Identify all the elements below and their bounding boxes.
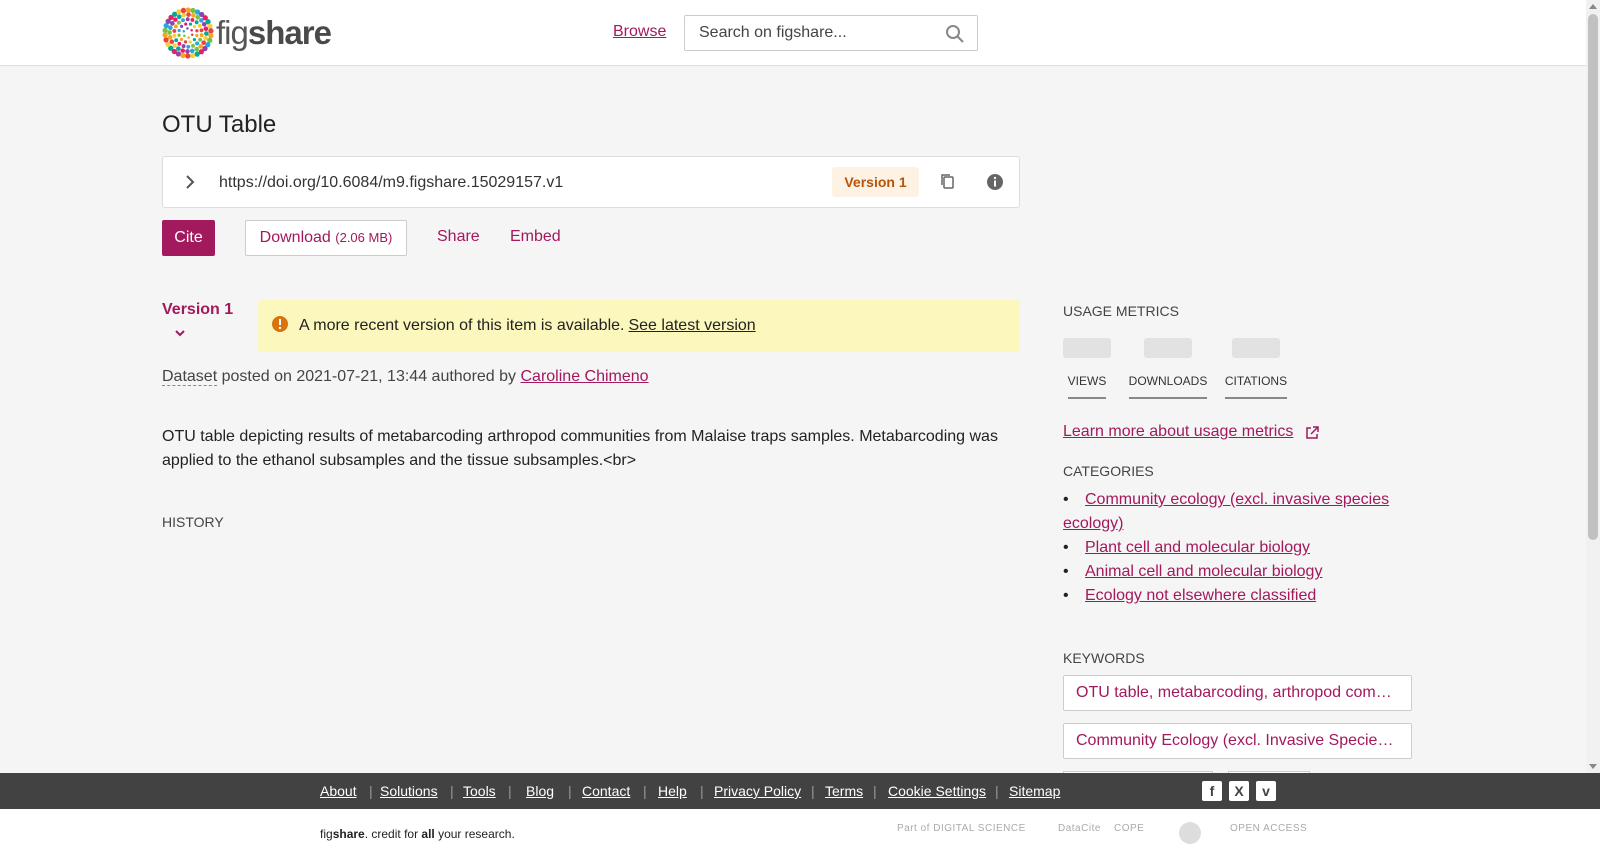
divider: | — [369, 783, 373, 799]
cope-logo[interactable]: COPE — [1114, 823, 1144, 834]
footer-blog[interactable]: Blog — [526, 783, 554, 799]
footer-credit-bar: figshare. credit for all your research. … — [0, 809, 1600, 857]
download-button[interactable]: Download (2.06 MB) — [245, 220, 407, 256]
category-animal-cell[interactable]: Animal cell and molecular biology — [1085, 563, 1322, 580]
divider: | — [873, 783, 877, 799]
category-ecology-other[interactable]: Ecology not elsewhere classified — [1085, 587, 1316, 604]
footer-tools[interactable]: Tools — [463, 783, 496, 799]
learn-more-usage-link[interactable]: Learn more about usage metrics — [1063, 423, 1293, 441]
footer-cookie-settings[interactable]: Cookie Settings — [888, 783, 986, 799]
embed-button[interactable]: Embed — [510, 228, 561, 246]
logo-text: figsharefigshare — [216, 14, 332, 51]
facebook-icon[interactable]: f — [1202, 781, 1222, 801]
keyword-tag[interactable]: OTU table, metabarcoding, arthropod com… — [1063, 675, 1412, 711]
divider: | — [450, 783, 454, 799]
chevron-right-icon[interactable] — [181, 173, 199, 191]
keywords-heading: KEYWORDS — [1063, 650, 1145, 666]
notice-text: A more recent version of this item is av… — [299, 317, 756, 334]
info-icon[interactable] — [985, 172, 1005, 192]
digital-science-logo[interactable]: Part of DIGITAL SCIENCE — [897, 823, 1026, 834]
browse-link[interactable]: Browse — [613, 23, 666, 41]
category-item: Community ecology (excl. invasive specie… — [1063, 488, 1403, 536]
views-placeholder — [1063, 338, 1111, 358]
open-access-logo[interactable]: OPEN ACCESS — [1230, 823, 1307, 834]
divider: | — [508, 783, 512, 799]
divider: | — [700, 783, 704, 799]
metric-views[interactable]: VIEWS — [1063, 338, 1111, 399]
external-link-icon[interactable] — [1304, 425, 1320, 441]
category-plant-cell[interactable]: Plant cell and molecular biology — [1085, 539, 1310, 556]
search-box — [684, 15, 978, 51]
divider: | — [995, 783, 999, 799]
footer-contact[interactable]: Contact — [582, 783, 630, 799]
footer-terms[interactable]: Terms — [825, 783, 863, 799]
category-item: Ecology not elsewhere classified — [1063, 584, 1403, 608]
citations-placeholder — [1232, 338, 1280, 358]
figshare-logo-icon — [162, 7, 214, 59]
top-navbar: figsharefigshare Browse — [0, 0, 1586, 66]
scroll-up-arrow[interactable] — [1589, 4, 1597, 9]
downloads-placeholder — [1144, 338, 1192, 358]
category-item: Plant cell and molecular biology — [1063, 536, 1403, 560]
page-scrollbar[interactable] — [1586, 0, 1600, 773]
figshare-logo[interactable]: figsharefigshare — [162, 7, 332, 59]
keyword-tag[interactable]: Community Ecology (excl. Invasive Specie… — [1063, 723, 1412, 759]
divider: | — [568, 783, 572, 799]
footer-privacy-policy[interactable]: Privacy Policy — [714, 783, 801, 799]
page-title: OTU Table — [162, 111, 277, 138]
copy-icon[interactable] — [938, 172, 958, 192]
categories-heading: CATEGORIES — [1063, 463, 1154, 479]
footer-help[interactable]: Help — [658, 783, 687, 799]
search-icon[interactable] — [945, 24, 965, 44]
footer-links-bar: About | Solutions | Tools | Blog | Conta… — [0, 773, 1600, 809]
item-type: Dataset — [162, 368, 218, 386]
vimeo-icon[interactable]: v — [1256, 781, 1276, 801]
footer-about[interactable]: About — [320, 783, 357, 799]
share-button[interactable]: Share — [437, 228, 480, 246]
divider: | — [811, 783, 815, 799]
metric-downloads[interactable]: DOWNLOADS — [1128, 338, 1208, 399]
metric-citations[interactable]: CITATIONS — [1224, 338, 1288, 399]
category-item: Animal cell and molecular biology — [1063, 560, 1403, 584]
datacite-logo[interactable]: DataCite — [1058, 823, 1101, 834]
views-label: VIEWS — [1067, 374, 1107, 399]
doi-bar: https://doi.org/10.6084/m9.figshare.1502… — [162, 156, 1020, 208]
newer-version-notice: A more recent version of this item is av… — [258, 300, 1020, 352]
footer-solutions[interactable]: Solutions — [380, 783, 438, 799]
see-latest-version-link[interactable]: See latest version — [628, 317, 755, 334]
item-meta: Dataset posted on 2021-07-21, 13:44 auth… — [162, 368, 649, 386]
downloads-label: DOWNLOADS — [1128, 374, 1208, 399]
warning-icon — [272, 316, 288, 332]
divider: | — [643, 783, 647, 799]
categories-list: Community ecology (excl. invasive specie… — [1063, 488, 1403, 608]
category-community-ecology[interactable]: Community ecology (excl. invasive specie… — [1063, 491, 1389, 532]
search-input[interactable] — [685, 16, 925, 50]
footer-sitemap[interactable]: Sitemap — [1009, 783, 1060, 799]
round-seal-icon[interactable] — [1178, 821, 1202, 845]
download-size: (2.06 MB) — [335, 230, 393, 245]
footer-credit: figshare. credit for all your research. — [320, 827, 515, 841]
chevron-down-icon[interactable] — [174, 329, 186, 337]
doi-link[interactable]: https://doi.org/10.6084/m9.figshare.1502… — [219, 174, 563, 192]
version-selector[interactable]: Version 1 — [162, 301, 233, 319]
item-description: OTU table depicting results of metabarco… — [162, 428, 998, 469]
scroll-thumb[interactable] — [1588, 14, 1598, 540]
scroll-down-arrow[interactable] — [1589, 764, 1597, 769]
version-badge: Version 1 — [832, 167, 919, 197]
download-label: Download — [259, 229, 331, 246]
usage-metrics-heading: USAGE METRICS — [1063, 303, 1179, 319]
x-twitter-icon[interactable]: X — [1229, 781, 1249, 801]
history-heading: HISTORY — [162, 514, 224, 530]
citations-label: CITATIONS — [1224, 374, 1288, 399]
posted-text: posted on 2021-07-21, 13:44 authored by — [221, 368, 517, 385]
cite-button[interactable]: Cite — [162, 220, 215, 256]
author-link[interactable]: Caroline Chimeno — [521, 368, 649, 385]
